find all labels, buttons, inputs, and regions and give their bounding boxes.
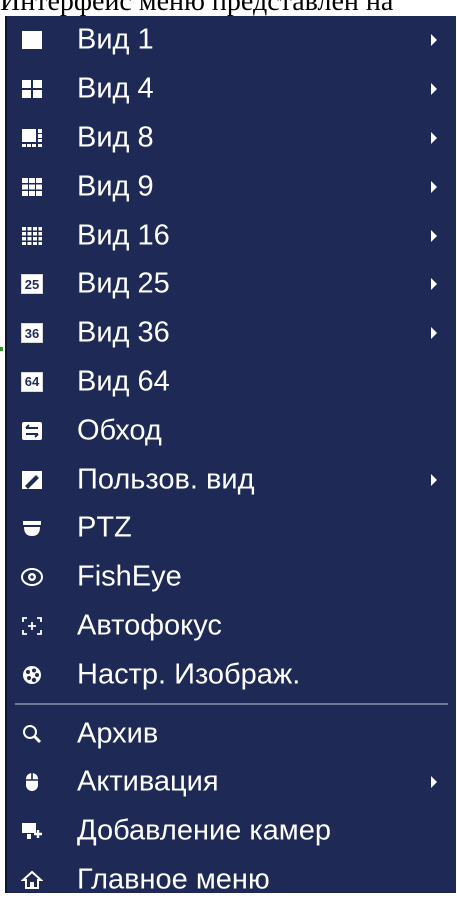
- menu-item-view-25[interactable]: 25 Вид 25: [7, 260, 456, 309]
- menu-item-fisheye[interactable]: FishEye: [7, 553, 456, 602]
- page-caption: Интерфейс меню представлен на: [0, 0, 394, 16]
- menu-group-system: Архив Активация Добавление камер Главное…: [7, 709, 456, 904]
- menu-item-label: Добавление камер: [77, 814, 332, 847]
- menu-item-view-8[interactable]: Вид 8: [7, 114, 456, 163]
- menu-item-label: Настр. Изображ.: [77, 658, 301, 691]
- tour-icon: [20, 419, 44, 443]
- submenu-arrow-icon: [431, 327, 437, 340]
- submenu-arrow-icon: [431, 473, 437, 486]
- submenu-arrow-icon: [431, 131, 437, 144]
- ptz-icon: [20, 516, 44, 540]
- mouse-icon: [20, 770, 44, 794]
- edge-marker: [0, 347, 3, 351]
- menu-item-label: Вид 36: [77, 316, 170, 349]
- view-1-icon: [20, 28, 44, 52]
- menu-item-label: Вид 9: [77, 170, 154, 203]
- view-36-icon: 36: [20, 321, 44, 345]
- menu-item-label: Вид 4: [77, 72, 154, 105]
- menu-item-image-settings[interactable]: Настр. Изображ.: [7, 650, 456, 699]
- view-64-icon: 64: [20, 370, 44, 394]
- search-icon: [20, 722, 44, 746]
- home-icon: [20, 868, 44, 892]
- menu-item-ptz[interactable]: PTZ: [7, 504, 456, 553]
- custom-view-icon: [20, 468, 44, 492]
- fisheye-icon: [20, 565, 44, 589]
- menu-item-label: PTZ: [77, 511, 132, 544]
- menu-item-view-64[interactable]: 64 Вид 64: [7, 358, 456, 407]
- menu-item-tour[interactable]: Обход: [7, 406, 456, 455]
- menu-item-autofocus[interactable]: Автофокус: [7, 602, 456, 651]
- submenu-arrow-icon: [431, 776, 437, 789]
- menu-item-label: Вид 25: [77, 267, 170, 300]
- menu-item-view-36[interactable]: 36 Вид 36: [7, 309, 456, 358]
- context-menu: Вид 1 Вид 4 Вид 8 Вид 9 Вид 16 25 Вид 25…: [5, 16, 456, 895]
- menu-item-label: Архив: [77, 717, 159, 750]
- menu-item-label: Обход: [77, 414, 162, 447]
- menu-item-view-1[interactable]: Вид 1: [7, 16, 456, 65]
- menu-group-views: Вид 1 Вид 4 Вид 8 Вид 9 Вид 16 25 Вид 25…: [7, 16, 456, 699]
- menu-item-archive[interactable]: Архив: [7, 709, 456, 758]
- menu-item-custom-view[interactable]: Пользов. вид: [7, 455, 456, 504]
- submenu-arrow-icon: [431, 180, 437, 193]
- view-16-icon: [20, 224, 44, 248]
- menu-item-view-4[interactable]: Вид 4: [7, 65, 456, 114]
- submenu-arrow-icon: [431, 229, 437, 242]
- menu-item-label: FishEye: [77, 560, 182, 593]
- menu-item-label: Автофокус: [77, 609, 222, 642]
- menu-item-label: Вид 8: [77, 121, 154, 154]
- view-4-icon: [20, 77, 44, 101]
- menu-item-activation[interactable]: Активация: [7, 758, 456, 807]
- add-camera-icon: [20, 819, 44, 843]
- view-9-icon: [20, 175, 44, 199]
- menu-item-label: Вид 64: [77, 365, 170, 398]
- submenu-arrow-icon: [431, 83, 437, 96]
- menu-item-main-menu[interactable]: Главное меню: [7, 856, 456, 904]
- view-64-icon-number: 64: [21, 371, 43, 392]
- view-25-icon: 25: [20, 272, 44, 296]
- menu-item-label: Вид 1: [77, 23, 154, 56]
- menu-item-label: Пользов. вид: [77, 463, 255, 496]
- view-8-icon: [20, 126, 44, 150]
- image-settings-icon: [20, 663, 44, 687]
- submenu-arrow-icon: [431, 34, 437, 47]
- autofocus-icon: [20, 614, 44, 638]
- menu-item-view-9[interactable]: Вид 9: [7, 162, 456, 211]
- submenu-arrow-icon: [431, 278, 437, 291]
- view-25-icon-number: 25: [21, 274, 43, 295]
- menu-item-label: Главное меню: [77, 863, 270, 896]
- menu-item-label: Активация: [77, 765, 219, 798]
- menu-item-add-cameras[interactable]: Добавление камер: [7, 807, 456, 856]
- menu-item-view-16[interactable]: Вид 16: [7, 211, 456, 260]
- view-36-icon-number: 36: [21, 323, 43, 344]
- menu-item-label: Вид 16: [77, 219, 170, 252]
- menu-divider: [7, 699, 456, 709]
